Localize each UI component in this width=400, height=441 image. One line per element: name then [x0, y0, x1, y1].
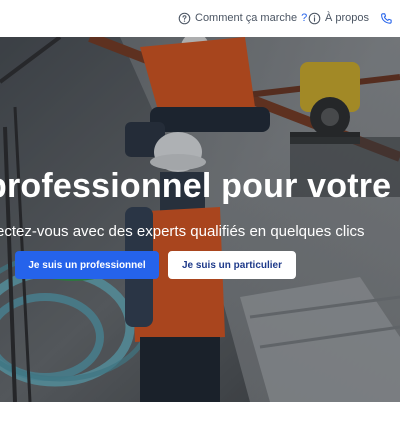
- nav-about-link[interactable]: À propos: [308, 9, 369, 27]
- hero-section: professionnel pour votre ectez-vous avec…: [0, 37, 400, 402]
- nav-how-it-works-link[interactable]: Comment ça marche ?: [178, 9, 307, 27]
- nav-how-it-works-label: Comment ça marche: [195, 12, 298, 24]
- question-circle-icon: [178, 12, 191, 24]
- phone-icon: [381, 12, 392, 24]
- nav-contact-link[interactable]: [380, 9, 393, 27]
- hero-subtitle: ectez-vous avec des experts qualifiés en…: [0, 223, 365, 240]
- hero-title: professionnel pour votre: [0, 167, 392, 205]
- nav-about-label: À propos: [325, 12, 370, 24]
- nav-how-it-works-question-mark: ?: [301, 12, 308, 24]
- professional-button[interactable]: Je suis un professionnel: [15, 251, 159, 279]
- top-navigation: Comment ça marche ? À propos: [0, 0, 400, 37]
- info-circle-icon: [308, 12, 321, 24]
- hero-dark-overlay: [0, 37, 400, 402]
- individual-button[interactable]: Je suis un particulier: [168, 251, 296, 279]
